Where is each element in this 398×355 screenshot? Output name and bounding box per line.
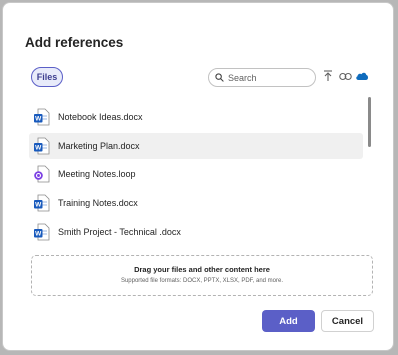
dropzone-subtitle: Supported file formats: DOCX, PPTX, XLSX… — [120, 278, 284, 284]
file-name: Notebook Ideas.docx — [58, 112, 143, 122]
file-row-smith-project[interactable]: W Smith Project - Technical .docx — [29, 219, 363, 245]
tab-files[interactable]: Files — [31, 67, 63, 87]
file-name: Meeting Notes.loop — [58, 169, 136, 179]
search-input[interactable] — [228, 72, 308, 83]
loop-file-icon — [34, 165, 50, 183]
search-box[interactable] — [208, 68, 316, 87]
add-button[interactable]: Add — [262, 310, 315, 332]
file-name: Smith Project - Technical .docx — [58, 227, 181, 237]
file-name: Marketing Plan.docx — [58, 141, 140, 151]
svg-text:W: W — [35, 145, 42, 152]
link-icon[interactable] — [338, 69, 352, 83]
onedrive-icon[interactable] — [355, 69, 369, 83]
dialog-title: Add references — [25, 35, 124, 50]
word-file-icon: W — [34, 137, 50, 155]
word-file-icon: W — [34, 108, 50, 126]
word-file-icon: W — [34, 223, 50, 241]
cancel-button[interactable]: Cancel — [321, 310, 374, 332]
file-row-notebook-ideas[interactable]: W Notebook Ideas.docx — [29, 104, 363, 130]
add-references-dialog: Add references Files Search W Notebook I… — [2, 2, 394, 351]
file-list-scrollbar[interactable] — [368, 97, 371, 147]
file-dropzone[interactable]: Drag your files and other content here S… — [31, 255, 373, 296]
search-icon — [215, 73, 224, 82]
file-list: W Notebook Ideas.docx W Marketing Plan.d… — [29, 103, 369, 249]
tab-files-label: Files — [36, 72, 58, 82]
file-row-training-notes[interactable]: W Training Notes.docx — [29, 190, 363, 216]
word-file-icon: W — [34, 194, 50, 212]
file-name: Training Notes.docx — [58, 198, 138, 208]
upload-icon[interactable] — [321, 69, 335, 83]
svg-text:W: W — [35, 116, 42, 123]
file-row-marketing-plan[interactable]: W Marketing Plan.docx — [29, 133, 363, 159]
dropzone-title: Drag your files and other content here — [134, 265, 270, 274]
svg-text:W: W — [35, 231, 42, 238]
file-row-meeting-notes[interactable]: Meeting Notes.loop — [29, 161, 363, 187]
svg-text:W: W — [35, 202, 42, 209]
